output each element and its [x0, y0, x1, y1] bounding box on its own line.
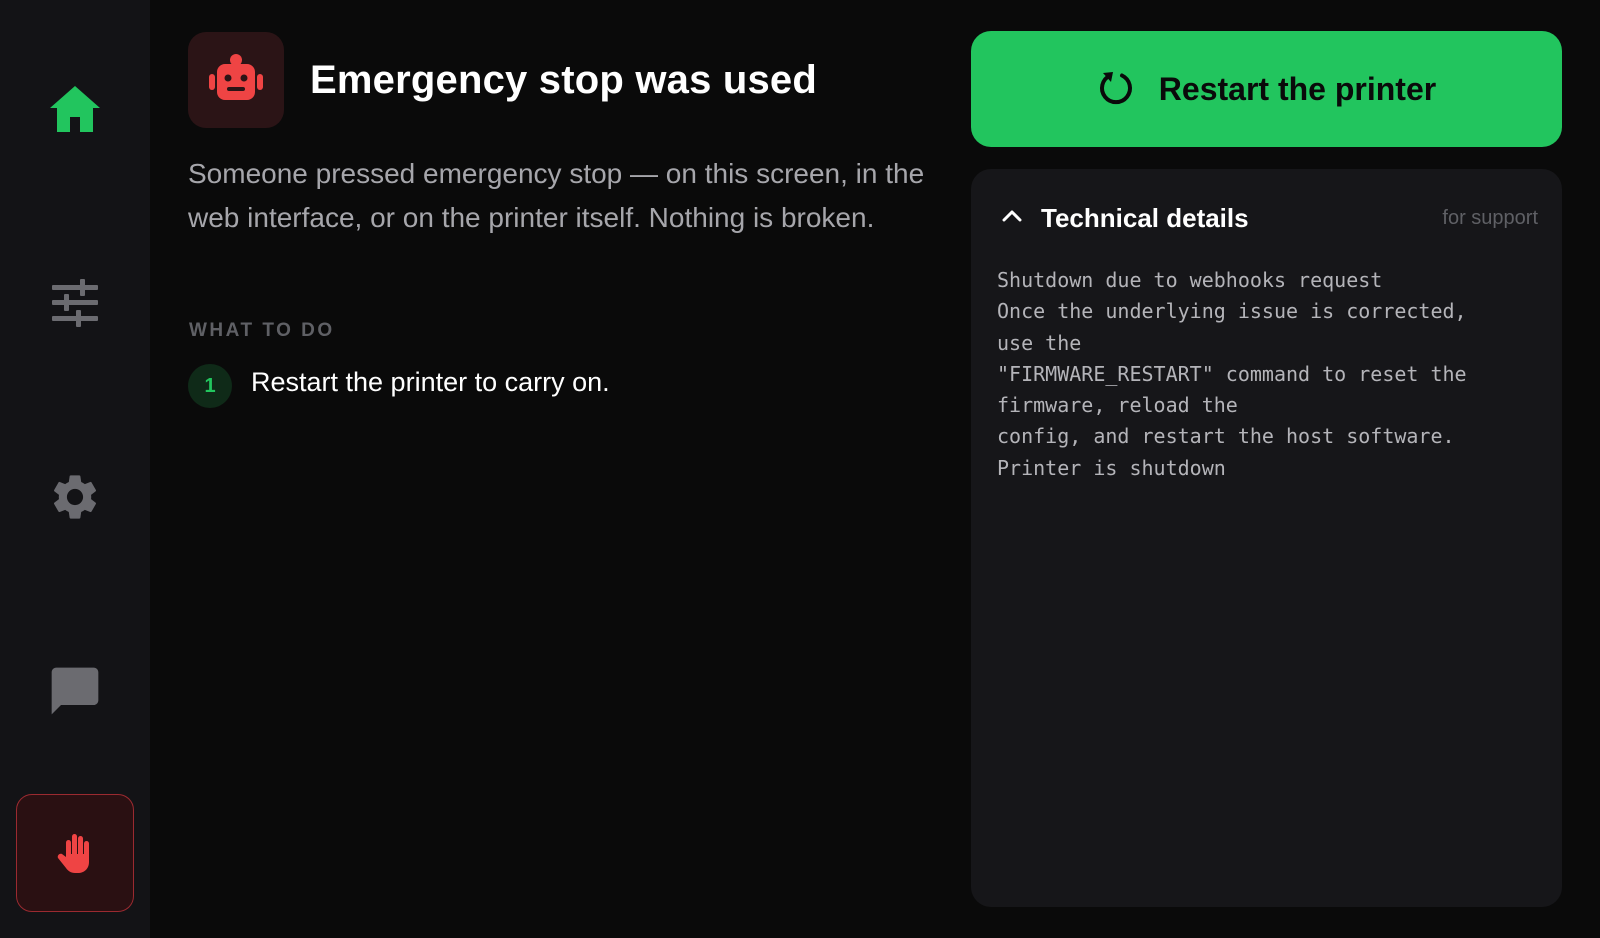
sidebar-item-home[interactable]	[16, 50, 134, 168]
what-to-do-label: WHAT TO DO	[189, 320, 335, 341]
sidebar	[0, 0, 150, 938]
technical-log: Shutdown due to webhooks request Once th…	[997, 265, 1542, 484]
chevron-up-icon	[1001, 209, 1023, 228]
robot-icon-badge	[188, 32, 284, 128]
restart-printer-button[interactable]: Restart the printer	[971, 31, 1562, 147]
main-panel: Emergency stop was used Someone pressed …	[188, 0, 938, 938]
log-line: Once the underlying issue is corrected,	[997, 299, 1467, 324]
error-description: Someone pressed emergency stop — on this…	[188, 158, 925, 233]
technical-details-toggle[interactable]: Technical details	[1001, 203, 1249, 234]
robot-icon	[208, 53, 264, 107]
sidebar-item-tune[interactable]	[16, 244, 134, 362]
step-item: 1 Restart the printer to carry on.	[188, 364, 610, 408]
hand-stop-icon	[55, 832, 95, 874]
gear-icon	[48, 470, 102, 524]
home-icon	[48, 83, 102, 135]
restart-icon	[1097, 68, 1135, 111]
technical-details-header: Technical details for support	[1001, 203, 1538, 234]
sidebar-item-settings[interactable]	[16, 438, 134, 556]
step-number-badge: 1	[188, 364, 232, 408]
page-title: Emergency stop was used	[310, 57, 818, 102]
step-text: Restart the printer to carry on.	[251, 366, 610, 397]
restart-button-label: Restart the printer	[1158, 70, 1437, 107]
technical-details-title: Technical details	[1041, 203, 1249, 233]
error-header: Emergency stop was used	[188, 32, 817, 128]
log-line: config, and restart the host software.	[997, 424, 1455, 449]
app-root: Emergency stop was used Someone pressed …	[0, 0, 1600, 938]
sidebar-item-console[interactable]	[16, 632, 134, 750]
log-line: Printer is shutdown	[997, 455, 1226, 480]
technical-details-panel: Technical details for support Shutdown d…	[971, 169, 1562, 907]
log-line: "FIRMWARE_RESTART" command to reset the	[997, 361, 1467, 386]
log-line: Shutdown due to webhooks request	[997, 268, 1383, 292]
for-support-hint: for support	[1442, 207, 1538, 229]
log-line: firmware, reload the	[997, 393, 1238, 418]
emergency-stop-button[interactable]	[16, 794, 134, 912]
log-line: use the	[997, 330, 1082, 355]
chat-icon	[47, 663, 103, 719]
sliders-icon	[50, 279, 100, 327]
